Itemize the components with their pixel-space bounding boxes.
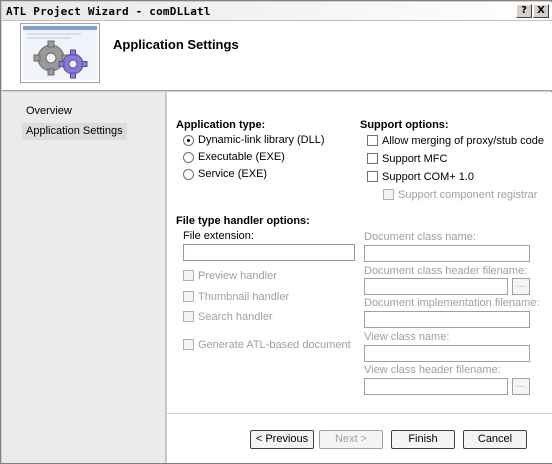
checkbox-search-handler-label: Search handler: [198, 311, 273, 323]
atl-project-wizard-dialog: ATL Project Wizard - comDLLatl ? X Appli…: [0, 0, 552, 464]
help-icon[interactable]: ?: [516, 4, 532, 18]
nav-item-overview[interactable]: Overview: [22, 103, 76, 120]
checkbox-generate-atl-document-label: Generate ATL-based document: [198, 339, 351, 351]
page-title: Application Settings: [113, 37, 239, 52]
checkbox-support-mfc[interactable]: [367, 153, 378, 164]
checkbox-support-complus-label[interactable]: Support COM+ 1.0: [382, 171, 474, 183]
wizard-header: Application Settings: [2, 21, 552, 91]
checkbox-preview-handler[interactable]: [183, 270, 194, 281]
doc-class-header-browse-button[interactable]: ...: [512, 278, 530, 295]
gears-banner-image: [20, 23, 100, 83]
checkbox-thumbnail-handler-label: Thumbnail handler: [198, 291, 290, 303]
checkbox-search-handler[interactable]: [183, 311, 194, 322]
checkbox-generate-atl-document[interactable]: [183, 339, 194, 350]
view-class-header-input[interactable]: [364, 378, 508, 395]
nav-item-application-settings[interactable]: Application Settings: [22, 123, 127, 140]
checkbox-thumbnail-handler[interactable]: [183, 291, 194, 302]
doc-class-header-input[interactable]: [364, 278, 508, 295]
view-class-header-label: View class header filename:: [364, 364, 501, 376]
radio-service-label[interactable]: Service (EXE): [198, 168, 267, 180]
settings-panel: Application type: Dynamic-link library (…: [167, 92, 552, 463]
checkbox-merge-proxy-stub[interactable]: [367, 135, 378, 146]
doc-class-name-input[interactable]: [364, 245, 530, 262]
radio-exe[interactable]: [183, 152, 194, 163]
checkbox-support-mfc-label[interactable]: Support MFC: [382, 153, 447, 165]
doc-class-header-label: Document class header filename:: [364, 265, 528, 277]
finish-button[interactable]: Finish: [391, 430, 455, 449]
checkbox-preview-handler-label: Preview handler: [198, 270, 277, 282]
title-bar[interactable]: ATL Project Wizard - comDLLatl ? X: [2, 2, 552, 21]
file-extension-input[interactable]: [183, 244, 355, 261]
window-title: ATL Project Wizard - comDLLatl: [6, 5, 211, 18]
file-extension-label: File extension:: [183, 230, 254, 242]
radio-dll[interactable]: [183, 135, 194, 146]
checkbox-merge-proxy-stub-label[interactable]: Allow merging of proxy/stub code: [382, 135, 544, 147]
doc-impl-label: Document implementation filename:: [364, 297, 540, 309]
view-class-name-input[interactable]: [364, 345, 530, 362]
application-type-heading: Application type:: [176, 119, 266, 131]
doc-class-name-label: Document class name:: [364, 231, 476, 243]
view-class-name-label: View class name:: [364, 331, 450, 343]
cancel-button[interactable]: Cancel: [463, 430, 527, 449]
radio-dll-label[interactable]: Dynamic-link library (DLL): [198, 134, 325, 146]
checkbox-component-registrar[interactable]: [383, 189, 394, 200]
support-options-heading: Support options:: [360, 119, 449, 131]
doc-impl-input[interactable]: [364, 311, 530, 328]
radio-service[interactable]: [183, 169, 194, 180]
close-icon[interactable]: X: [533, 4, 549, 18]
wizard-nav: Overview Application Settings: [2, 92, 166, 463]
next-button[interactable]: Next >: [319, 430, 383, 449]
footer-divider: [167, 413, 552, 414]
previous-button[interactable]: < Previous: [250, 430, 314, 449]
file-type-heading: File type handler options:: [176, 215, 310, 227]
checkbox-component-registrar-label: Support component registrar: [398, 189, 538, 201]
view-class-header-browse-button[interactable]: ...: [512, 378, 530, 395]
radio-exe-label[interactable]: Executable (EXE): [198, 151, 285, 163]
checkbox-support-complus[interactable]: [367, 171, 378, 182]
